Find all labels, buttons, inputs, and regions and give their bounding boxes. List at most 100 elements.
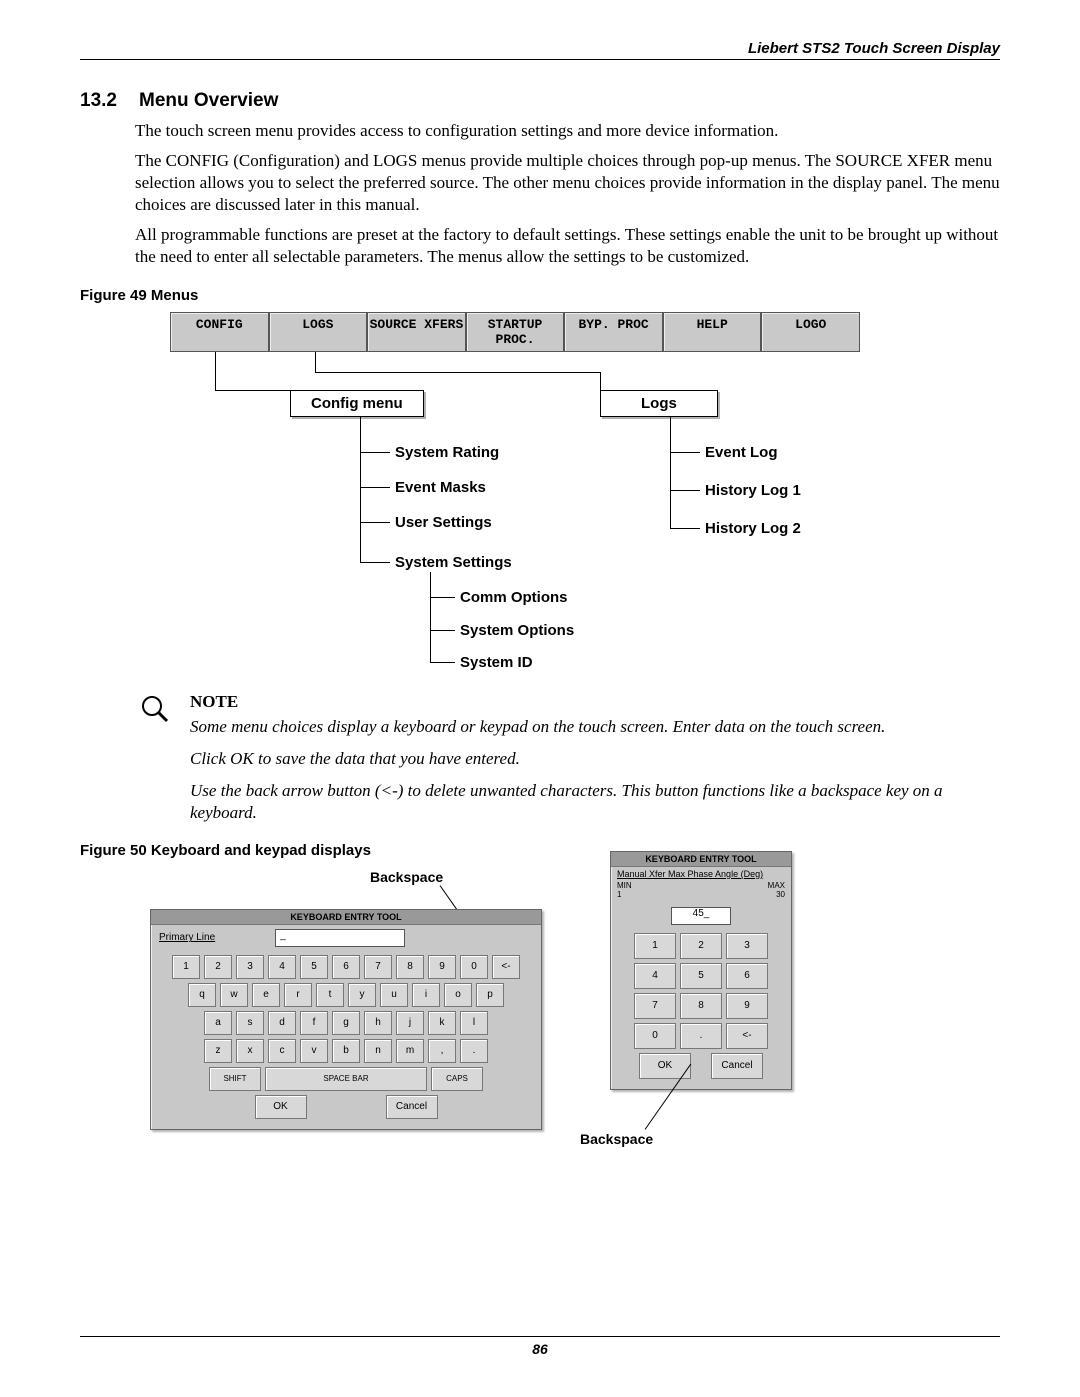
- logs-menu-box: Logs: [600, 390, 718, 417]
- header-title: Liebert STS2 Touch Screen Display: [748, 40, 1000, 57]
- note-text: Click OK to save the data that you have …: [190, 748, 1000, 770]
- tree-item: History Log 2: [705, 520, 801, 537]
- key[interactable]: p: [476, 983, 504, 1007]
- key[interactable]: q: [188, 983, 216, 1007]
- max-label: MAX: [768, 881, 785, 890]
- key[interactable]: w: [220, 983, 248, 1007]
- tree-item: System Rating: [395, 444, 499, 461]
- key[interactable]: l: [460, 1011, 488, 1035]
- key[interactable]: 6: [332, 955, 360, 979]
- keypad-key[interactable]: 6: [726, 963, 768, 989]
- key[interactable]: u: [380, 983, 408, 1007]
- key[interactable]: e: [252, 983, 280, 1007]
- key[interactable]: g: [332, 1011, 360, 1035]
- cancel-button[interactable]: Cancel: [711, 1053, 763, 1079]
- ok-button[interactable]: OK: [255, 1095, 307, 1119]
- key[interactable]: 7: [364, 955, 392, 979]
- key[interactable]: f: [300, 1011, 328, 1035]
- paragraph: The touch screen menu provides access to…: [135, 120, 1000, 142]
- shift-key[interactable]: SHIFT: [209, 1067, 261, 1091]
- cancel-button[interactable]: Cancel: [386, 1095, 438, 1119]
- key[interactable]: 1: [172, 955, 200, 979]
- menu-byp[interactable]: BYP. PROC: [564, 312, 663, 352]
- menu-source[interactable]: SOURCE XFERS: [367, 312, 466, 352]
- caps-key[interactable]: CAPS: [431, 1067, 483, 1091]
- max-value: 30: [776, 890, 785, 899]
- key[interactable]: c: [268, 1039, 296, 1063]
- key[interactable]: a: [204, 1011, 232, 1035]
- keypad-prompt: Manual Xfer Max Phase Angle (Deg): [611, 867, 791, 881]
- keypad-key[interactable]: 2: [680, 933, 722, 959]
- key[interactable]: 9: [428, 955, 456, 979]
- key[interactable]: n: [364, 1039, 392, 1063]
- key[interactable]: t: [316, 983, 344, 1007]
- keypad-title: KEYBOARD ENTRY TOOL: [611, 852, 791, 867]
- key[interactable]: ,: [428, 1039, 456, 1063]
- key[interactable]: z: [204, 1039, 232, 1063]
- note-block: NOTE Some menu choices display a keyboar…: [190, 692, 1000, 824]
- keypad-key[interactable]: 4: [634, 963, 676, 989]
- keyboard-tool: KEYBOARD ENTRY TOOL Primary Line _ 12345…: [150, 909, 542, 1130]
- keypad-key[interactable]: 8: [680, 993, 722, 1019]
- key[interactable]: r: [284, 983, 312, 1007]
- key[interactable]: d: [268, 1011, 296, 1035]
- key[interactable]: 3: [236, 955, 264, 979]
- key[interactable]: v: [300, 1039, 328, 1063]
- keypad-key[interactable]: 9: [726, 993, 768, 1019]
- note-text: Some menu choices display a keyboard or …: [190, 716, 1000, 738]
- key[interactable]: 4: [268, 955, 296, 979]
- space-key[interactable]: SPACE BAR: [265, 1067, 427, 1091]
- note-text: Use the back arrow button (<-) to delete…: [190, 780, 1000, 824]
- key[interactable]: 2: [204, 955, 232, 979]
- backspace-label: Backspace: [370, 869, 443, 885]
- key[interactable]: m: [396, 1039, 424, 1063]
- keypad-key[interactable]: 0: [634, 1023, 676, 1049]
- menu-config[interactable]: CONFIG: [170, 312, 269, 352]
- tree-item: System Options: [460, 622, 574, 639]
- figure-caption: Figure 50 Keyboard and keypad displays: [80, 842, 1000, 859]
- key[interactable]: 5: [300, 955, 328, 979]
- key[interactable]: j: [396, 1011, 424, 1035]
- key[interactable]: o: [444, 983, 472, 1007]
- key[interactable]: 8: [396, 955, 424, 979]
- key[interactable]: h: [364, 1011, 392, 1035]
- key[interactable]: y: [348, 983, 376, 1007]
- min-value: 1: [617, 890, 621, 899]
- min-label: MIN: [617, 881, 632, 890]
- key[interactable]: 0: [460, 955, 488, 979]
- key[interactable]: k: [428, 1011, 456, 1035]
- backspace-key[interactable]: <-: [492, 955, 520, 979]
- note-title: NOTE: [190, 692, 1000, 712]
- paragraph: All programmable functions are preset at…: [135, 224, 1000, 268]
- key[interactable]: x: [236, 1039, 264, 1063]
- keypad-key[interactable]: 7: [634, 993, 676, 1019]
- key[interactable]: i: [412, 983, 440, 1007]
- magnifier-icon: [140, 694, 170, 729]
- menu-startup[interactable]: STARTUP PROC.: [466, 312, 565, 352]
- tree-item: Event Masks: [395, 479, 486, 496]
- key[interactable]: s: [236, 1011, 264, 1035]
- page-footer: 86: [80, 1336, 1000, 1357]
- keypad-key[interactable]: 3: [726, 933, 768, 959]
- menu-help[interactable]: HELP: [663, 312, 762, 352]
- config-menu-box: Config menu: [290, 390, 424, 417]
- keyboard-prompt: Primary Line: [159, 932, 215, 943]
- key[interactable]: .: [460, 1039, 488, 1063]
- keypad-input[interactable]: 45_: [671, 907, 731, 925]
- keypad-tool: KEYBOARD ENTRY TOOL Manual Xfer Max Phas…: [610, 851, 792, 1090]
- backspace-key[interactable]: <-: [726, 1023, 768, 1049]
- key[interactable]: b: [332, 1039, 360, 1063]
- section-number: 13.2: [80, 90, 135, 112]
- keypad-key[interactable]: 1: [634, 933, 676, 959]
- keyboard-input[interactable]: _: [275, 929, 405, 947]
- paragraph: The CONFIG (Configuration) and LOGS menu…: [135, 150, 1000, 216]
- tree-item: System ID: [460, 654, 533, 671]
- menu-logs[interactable]: LOGS: [269, 312, 368, 352]
- menu-tree: Config menu Logs System Rating Event Mas…: [170, 352, 1000, 682]
- backspace-label: Backspace: [580, 1131, 653, 1147]
- tree-item: Event Log: [705, 444, 778, 461]
- keypad-key[interactable]: .: [680, 1023, 722, 1049]
- menu-logo[interactable]: LOGO: [761, 312, 860, 352]
- keypad-key[interactable]: 5: [680, 963, 722, 989]
- figure-caption: Figure 49 Menus: [80, 287, 1000, 304]
